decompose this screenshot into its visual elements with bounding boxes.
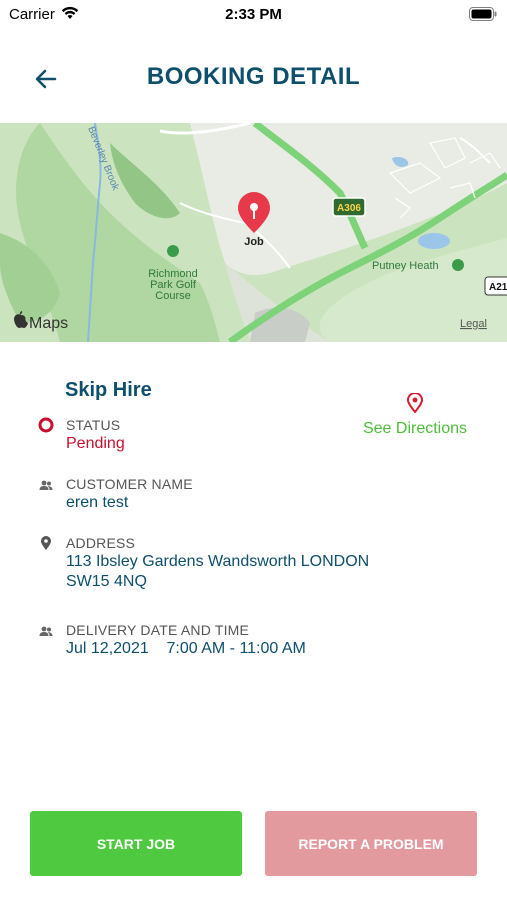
report-problem-button[interactable]: REPORT A PROBLEM	[265, 811, 477, 876]
start-job-label: START JOB	[96, 835, 176, 852]
status-label: STATUS	[66, 417, 121, 433]
map-label-putney-heath: Putney Heath	[372, 260, 439, 272]
delivery-date-value: Jul 12,2021 7:00 AM - 11:00 AM	[66, 640, 306, 657]
people-icon	[38, 477, 54, 493]
page-title: BOOKING DETAIL	[146, 63, 361, 90]
map-pin-label: Job	[244, 236, 264, 248]
location-icon	[38, 535, 54, 551]
see-directions-link[interactable]: See Directions	[355, 392, 475, 438]
road-label-a21: A21	[489, 282, 507, 293]
status-bar: Carrier 2:33 PM	[0, 0, 507, 28]
see-directions-label[interactable]: See Directions	[355, 420, 475, 438]
map-view[interactable]: A306 A21 Beverley Brook Richmond Park Go…	[0, 123, 507, 342]
map-legal-link[interactable]: Legal	[460, 318, 487, 330]
delivery-date-label: DELIVERY DATE AND TIME	[66, 622, 250, 638]
clock-time: 2:33 PM	[225, 6, 282, 23]
status-icon	[38, 417, 54, 433]
start-job-button[interactable]: START JOB	[30, 811, 242, 876]
road-label-a306: A306	[337, 203, 361, 214]
address-label: ADDRESS	[66, 535, 136, 551]
status-value: Pending	[66, 435, 125, 452]
customer-name-value: eren test	[66, 494, 129, 511]
battery-icon	[469, 7, 497, 26]
report-problem-label: REPORT A PROBLEM	[298, 835, 444, 852]
people-icon	[38, 623, 54, 639]
service-title: Skip Hire	[65, 379, 152, 401]
customer-name-label: CUSTOMER NAME	[66, 476, 193, 492]
location-pin-icon	[406, 392, 424, 414]
address-line-1: 113 Ibsley Gardens Wandsworth LONDON	[66, 553, 370, 570]
address-line-2: SW15 4NQ	[66, 573, 147, 590]
map-label-richmond-3: Course	[155, 290, 190, 302]
maps-brand-label: Maps	[29, 315, 68, 332]
